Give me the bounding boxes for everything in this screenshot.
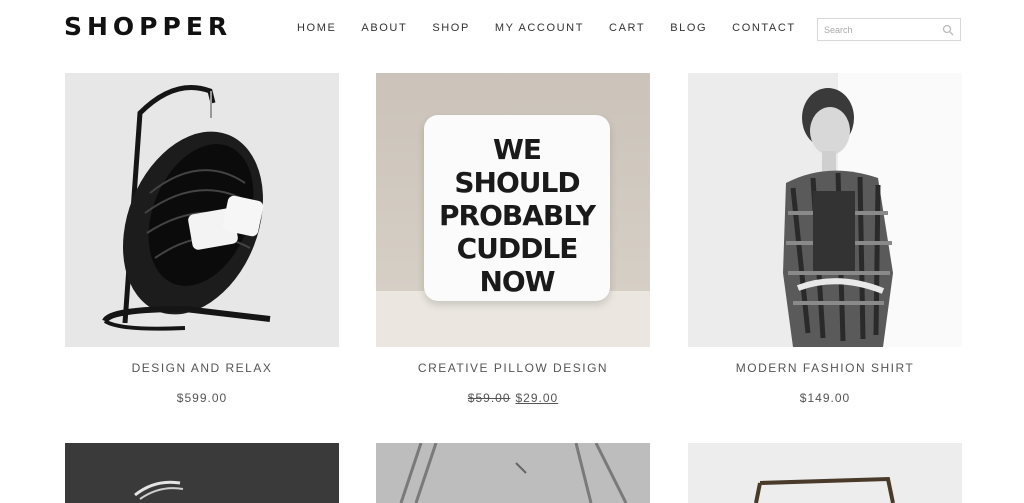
- wire-chair-illustration: [399, 443, 628, 503]
- egg-chair-illustration: [102, 85, 271, 331]
- product-name[interactable]: MODERN FASHION SHIRT: [688, 361, 962, 377]
- product-card: WE SHOULD PROBABLY CUDDLE NOW CREATIVE P…: [376, 73, 650, 405]
- price-current: $599.00: [176, 391, 228, 405]
- product-card: DESIGN AND RELAX $599.00: [65, 73, 339, 405]
- product-image-egg-chair[interactable]: [65, 73, 339, 347]
- price-original: $59.00: [467, 391, 511, 405]
- nav-about[interactable]: ABOUT: [361, 22, 407, 34]
- nav-shop[interactable]: SHOP: [432, 22, 470, 34]
- site-logo[interactable]: SHOPPER: [64, 12, 232, 41]
- price-current: $149.00: [799, 391, 851, 405]
- wicker-chair-illustration: [134, 480, 184, 500]
- main-nav: HOME ABOUT SHOP MY ACCOUNT CART BLOG CON…: [297, 22, 821, 34]
- product-image-frame-table[interactable]: [688, 443, 962, 503]
- model-illustration: [783, 88, 893, 347]
- product-image-wicker-chair[interactable]: [65, 443, 339, 503]
- product-price: $149.00: [688, 391, 962, 405]
- nav-my-account[interactable]: MY ACCOUNT: [495, 22, 584, 34]
- product-image-fashion-model[interactable]: [688, 73, 962, 347]
- product-image-pillow[interactable]: WE SHOULD PROBABLY CUDDLE NOW: [376, 73, 650, 347]
- pillow-shape: WE SHOULD PROBABLY CUDDLE NOW: [424, 115, 610, 301]
- nav-cart[interactable]: CART: [609, 22, 645, 34]
- product-card: MODERN FASHION SHIRT $149.00: [688, 73, 962, 405]
- product-name[interactable]: CREATIVE PILLOW DESIGN: [376, 361, 650, 377]
- product-price: $599.00: [65, 391, 339, 405]
- nav-blog[interactable]: BLOG: [670, 22, 707, 34]
- product-name[interactable]: DESIGN AND RELAX: [65, 361, 339, 377]
- product-image-wire-chair[interactable]: [376, 443, 650, 503]
- price-sale: $29.00: [515, 391, 559, 405]
- search-input[interactable]: [818, 19, 942, 40]
- pillow-text: WE SHOULD PROBABLY CUDDLE NOW: [439, 133, 596, 298]
- product-price: $59.00 $29.00: [376, 391, 650, 405]
- frame-table-illustration: [754, 476, 895, 503]
- nav-home[interactable]: HOME: [297, 22, 336, 34]
- nav-contact[interactable]: CONTACT: [732, 22, 796, 34]
- search-box: [817, 18, 961, 41]
- search-icon[interactable]: [942, 24, 954, 36]
